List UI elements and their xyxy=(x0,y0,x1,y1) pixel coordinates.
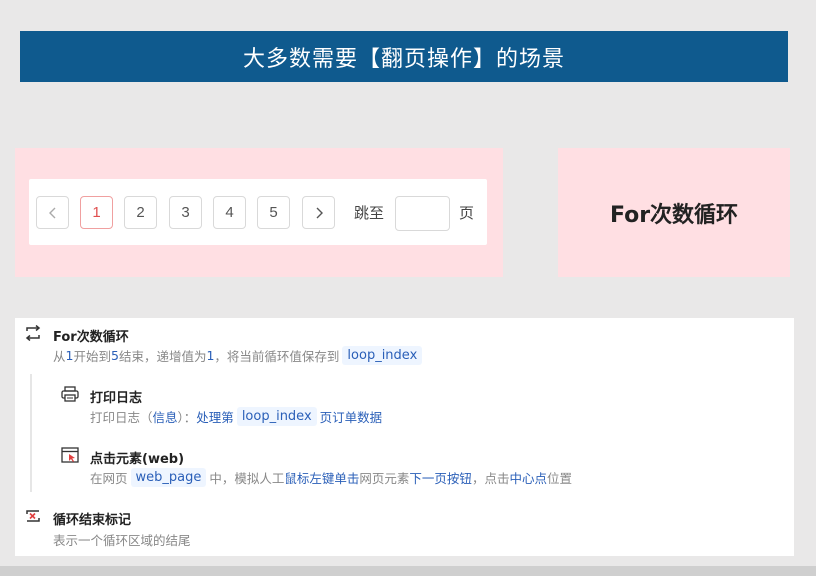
page-suffix-label: 页 xyxy=(459,204,475,222)
flow-panel: For次数循环 从 1 开始到 5 结束，递增值为 1 ，将当前循环值保存到 l… xyxy=(15,318,794,556)
desc-text: 从 xyxy=(53,349,66,364)
loop-end-icon xyxy=(26,510,40,522)
desc-text: 开始到 xyxy=(73,349,111,364)
desc-text: ，点击 xyxy=(471,471,510,486)
print-log-step-title[interactable]: 打印日志 xyxy=(90,387,142,406)
web-click-icon xyxy=(61,447,79,463)
jump-page-input[interactable] xyxy=(395,196,450,231)
loop-body-guide xyxy=(30,374,32,492)
loop-end-step-title[interactable]: 循环结束标记 xyxy=(53,509,131,528)
print-log-step-desc: 打印日志（ 信息 ）： 处理第 loop_index 页订单数据 xyxy=(90,407,382,426)
desc-text: ）： xyxy=(177,410,197,425)
desc-text: 结束，递增值为 xyxy=(118,349,207,364)
variable-tag: loop_index xyxy=(236,407,317,426)
page-button-1[interactable]: 1 xyxy=(80,196,113,229)
loop-step-value: 1 xyxy=(206,348,215,363)
printer-icon xyxy=(61,386,79,402)
click-element-step-title[interactable]: 点击元素(web) xyxy=(90,448,184,467)
page-button-3[interactable]: 3 xyxy=(169,196,202,229)
pagination-bar: 1 2 3 4 5 跳至 页 xyxy=(29,179,487,245)
desc-text: 在网页 xyxy=(90,471,128,486)
target-element-value: 下一页按钮 xyxy=(409,471,472,486)
variable-tag: loop_index xyxy=(342,346,423,365)
desc-text: 网页元素 xyxy=(359,471,410,486)
page-button-4[interactable]: 4 xyxy=(213,196,246,229)
desc-text: 中，模拟人工 xyxy=(209,471,285,486)
loop-end-value: 5 xyxy=(110,348,119,363)
chevron-left-icon xyxy=(48,207,55,218)
desc-text: ，将当前循环值保存到 xyxy=(214,349,340,364)
variable-tag: web_page xyxy=(130,468,207,487)
log-level-value: 信息 xyxy=(152,410,178,425)
page-button-5[interactable]: 5 xyxy=(257,196,290,229)
loop-icon xyxy=(25,325,41,341)
loop-start-value: 1 xyxy=(65,348,74,363)
click-element-step-desc: 在网页 web_page 中，模拟人工 鼠标左键单击 网页元素 下一页按钮 ，点… xyxy=(90,468,572,487)
loop-end-step-desc: 表示一个循环区域的结尾 xyxy=(53,530,191,549)
desc-text: 表示一个循环区域的结尾 xyxy=(53,533,191,548)
banner-title: 大多数需要【翻页操作】的场景 xyxy=(242,46,565,72)
banner: 大多数需要【翻页操作】的场景 xyxy=(20,31,788,82)
page-button-2[interactable]: 2 xyxy=(124,196,157,229)
for-loop-box: For次数循环 xyxy=(558,148,790,277)
next-page-button[interactable] xyxy=(302,196,335,229)
chevron-right-icon xyxy=(316,207,323,218)
loop-step-title[interactable]: For次数循环 xyxy=(53,326,129,345)
for-loop-box-label: For次数循环 xyxy=(609,202,739,228)
prev-page-button[interactable] xyxy=(36,196,69,229)
log-text-part: 页订单数据 xyxy=(319,410,383,425)
desc-text: 位置 xyxy=(546,471,572,486)
desc-text: 打印日志（ xyxy=(90,410,153,425)
jump-to-label: 跳至 xyxy=(354,204,385,222)
click-position-value: 中心点 xyxy=(509,471,547,486)
loop-step-desc: 从 1 开始到 5 结束，递增值为 1 ，将当前循环值保存到 loop_inde… xyxy=(53,346,425,365)
bottom-strip xyxy=(0,566,816,576)
click-action-value: 鼠标左键单击 xyxy=(284,471,360,486)
log-text-part: 处理第 xyxy=(196,410,234,425)
